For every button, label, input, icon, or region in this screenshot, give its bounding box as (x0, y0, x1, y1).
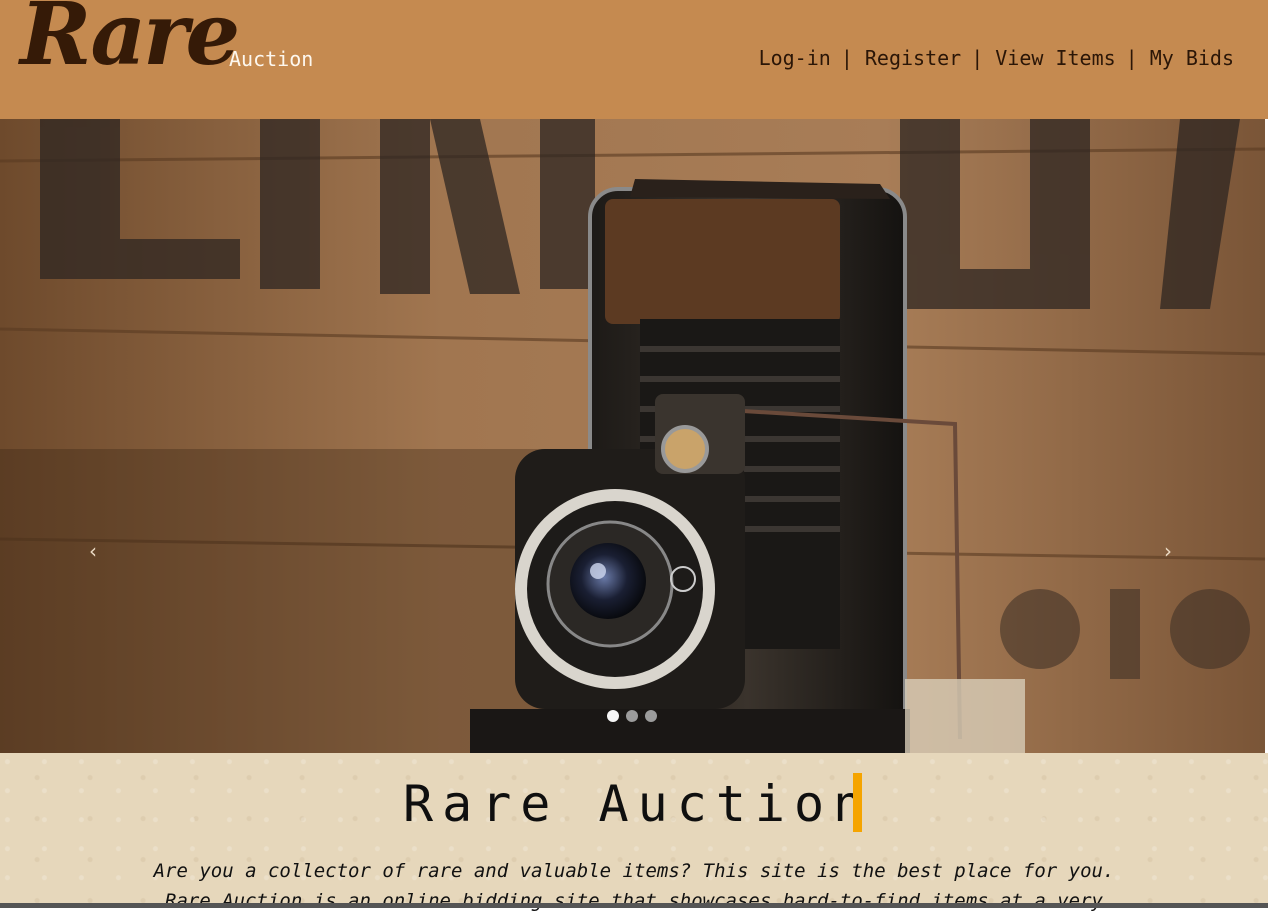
top-header: Rare Auction Log-in | Register | View It… (0, 0, 1268, 119)
carousel-indicators (607, 710, 657, 722)
typing-cursor (853, 773, 862, 832)
nav-register-link[interactable]: Register (865, 46, 961, 70)
nav-view-items-link[interactable]: View Items (995, 46, 1115, 70)
intro-section: Rare Auction Are you a collector of rare… (0, 753, 1268, 912)
carousel-indicator-3[interactable] (645, 710, 657, 722)
carousel-next-button[interactable]: › (1164, 539, 1172, 563)
main-nav: Log-in | Register | View Items | My Bids (759, 46, 1234, 70)
hero-carousel: ‹ › (0, 119, 1265, 753)
intro-text-line: Rare Auction is an online bidding site t… (165, 890, 1103, 912)
carousel-slide-image (0, 119, 1265, 753)
site-subtitle: Auction (229, 47, 314, 71)
nav-my-bids-link[interactable]: My Bids (1150, 46, 1234, 70)
chevron-right-icon: › (1164, 539, 1172, 563)
intro-text-line: Are you a collector of rare and valuable… (153, 860, 1115, 882)
nav-separator: | (971, 46, 984, 70)
carousel-indicator-1[interactable] (607, 710, 619, 722)
window-bottom-edge (0, 903, 1268, 908)
carousel-prev-button[interactable]: ‹ (89, 539, 97, 563)
chevron-left-icon: ‹ (89, 539, 97, 563)
site-logo[interactable]: Rare (20, 0, 240, 78)
nav-separator: | (840, 46, 853, 70)
carousel-indicator-2[interactable] (626, 710, 638, 722)
nav-separator: | (1125, 46, 1138, 70)
intro-title: Rare Auction (403, 775, 873, 833)
nav-login-link[interactable]: Log-in (759, 46, 831, 70)
